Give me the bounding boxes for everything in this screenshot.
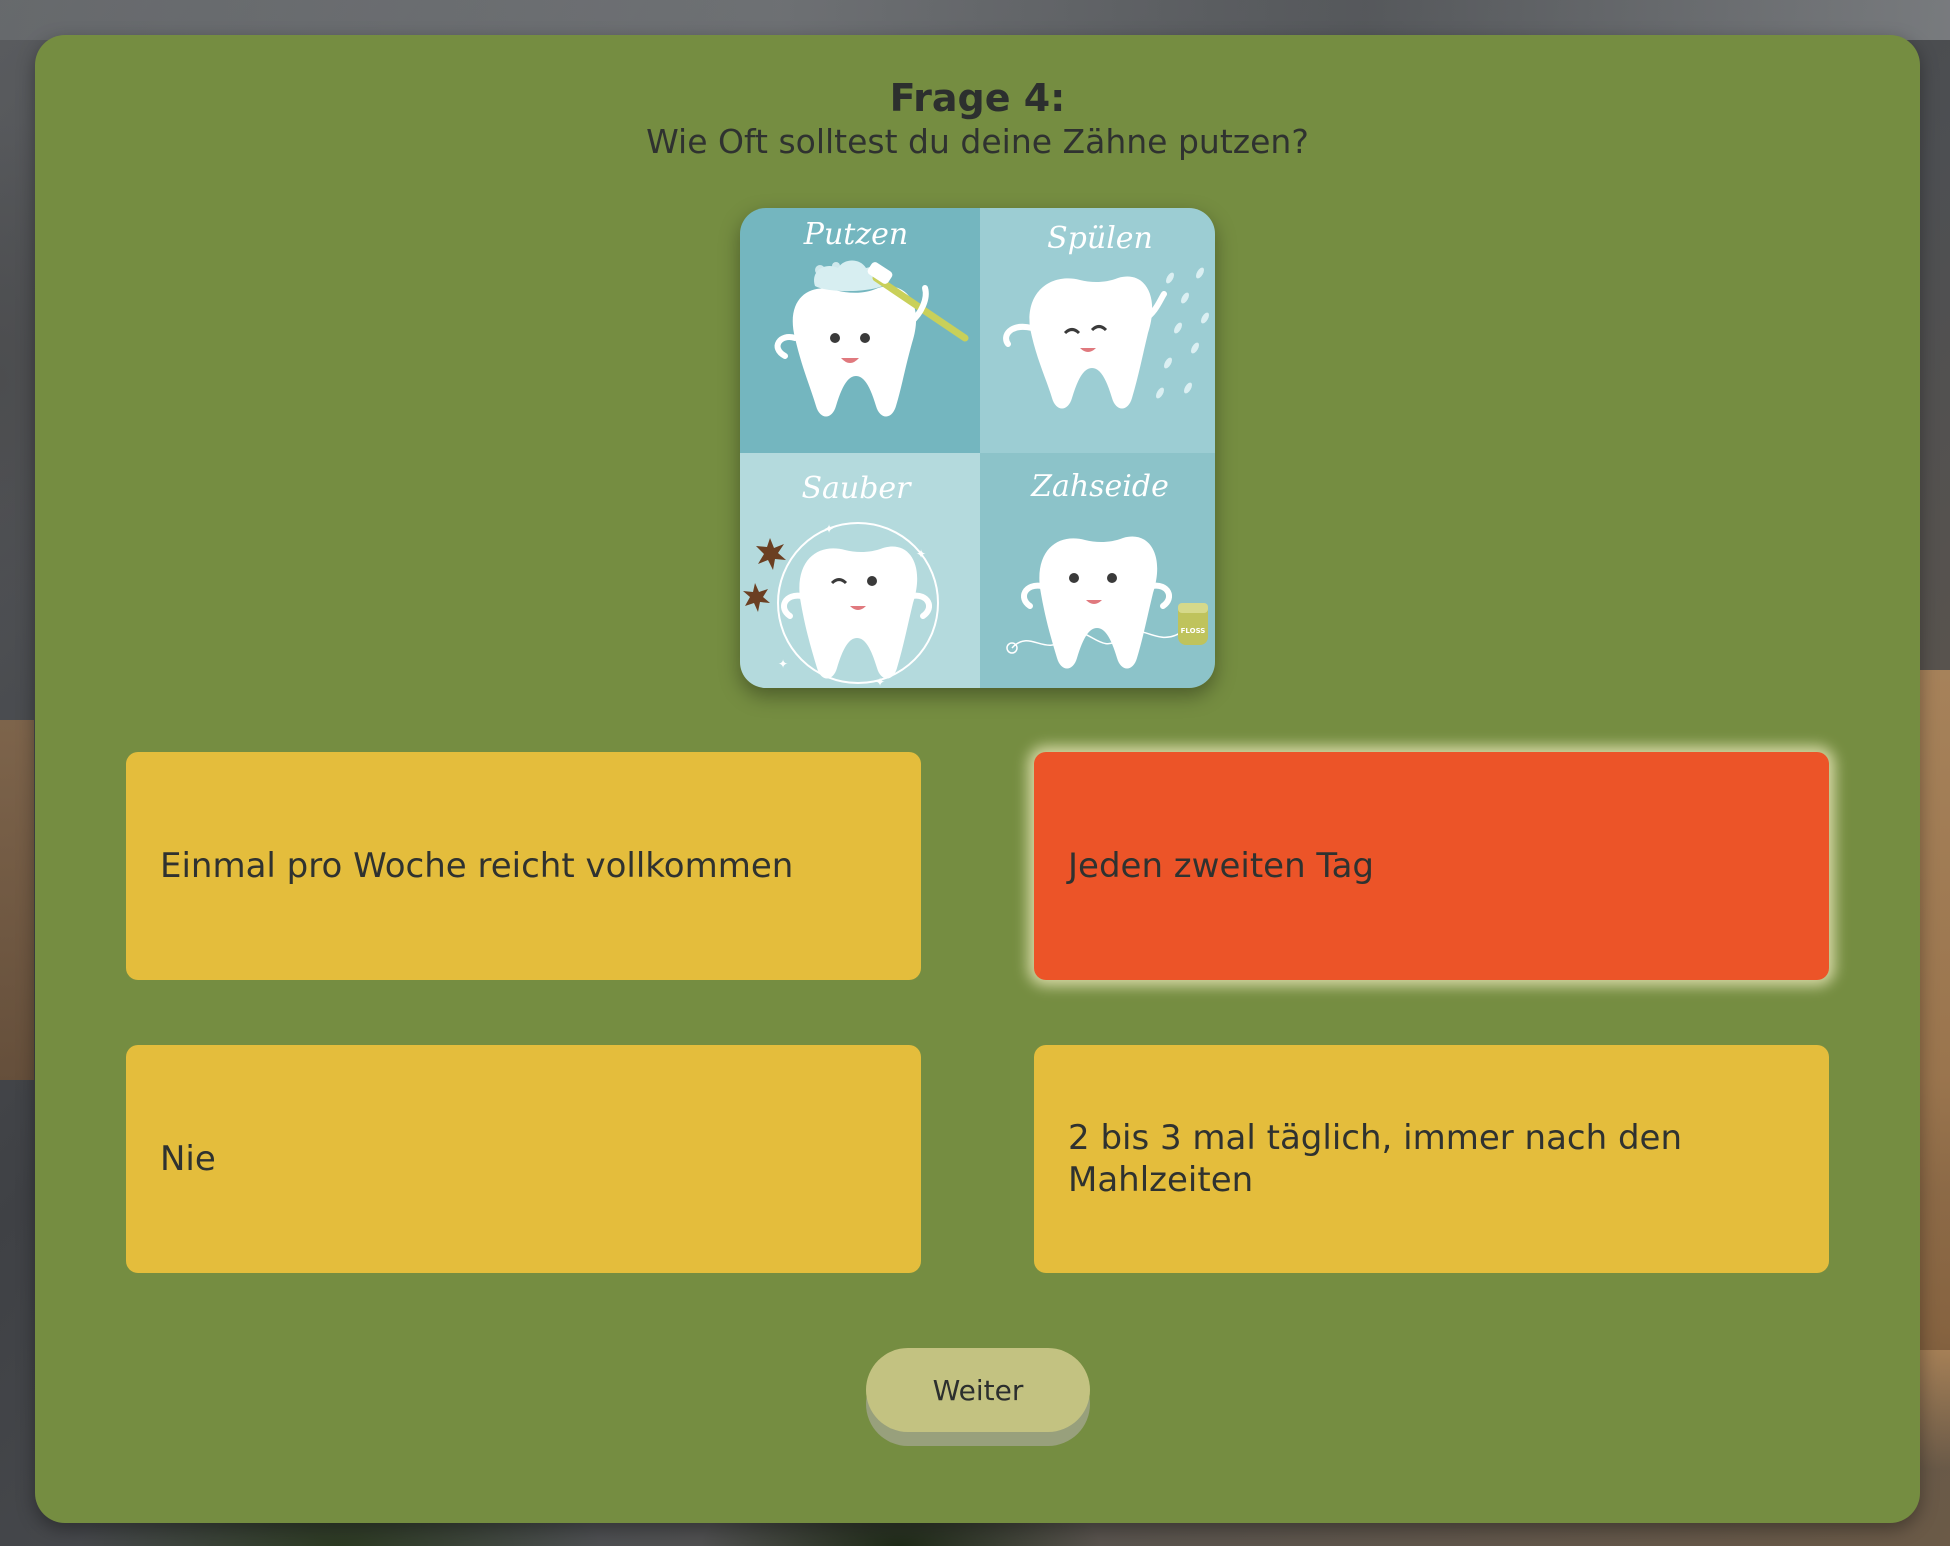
answer-option-4-label: 2 bis 3 mal täglich, immer nach den Mahl… [1068,1118,1683,1200]
answer-option-2-label: Jeden zweiten Tag [1068,846,1374,886]
svg-text:✦: ✦ [778,657,788,671]
answer-option-2[interactable]: Jeden zweiten Tag [1034,752,1829,980]
panel-label-sauber: Sauber [801,471,912,506]
background-wood-left [0,720,34,1080]
answer-option-4[interactable]: 2 bis 3 mal täglich, immer nach den Mahl… [1034,1045,1829,1273]
background-texture-top [0,0,1950,40]
next-button[interactable]: Weiter [866,1348,1090,1432]
svg-text:✦: ✦ [824,522,834,536]
question-text: Wie Oft solltest du deine Zähne putzen? [646,122,1309,161]
answer-option-1[interactable]: Einmal pro Woche reicht vollkommen [126,752,921,980]
panel-label-zahseide: Zahseide [1030,469,1169,504]
svg-text:✦: ✦ [916,547,926,561]
background-wood-right [1920,670,1950,1350]
quiz-card: Frage 4: Wie Oft solltest du deine Zähne… [35,35,1920,1523]
dental-care-illustration: Putzen Spülen Sauber Zahseide ✦ ✦ ✦ ✦ FL… [740,208,1215,688]
panel-label-spuelen: Spülen [1047,221,1153,256]
answer-option-1-label: Einmal pro Woche reicht vollkommen [160,846,794,886]
svg-text:✦: ✦ [875,675,885,688]
floss-label: FLOSS [1181,627,1206,635]
answer-option-3-label: Nie [160,1139,216,1179]
panel-label-putzen: Putzen [803,217,908,252]
question-title: Frage 4: [889,76,1066,120]
answer-option-3[interactable]: Nie [126,1045,921,1273]
